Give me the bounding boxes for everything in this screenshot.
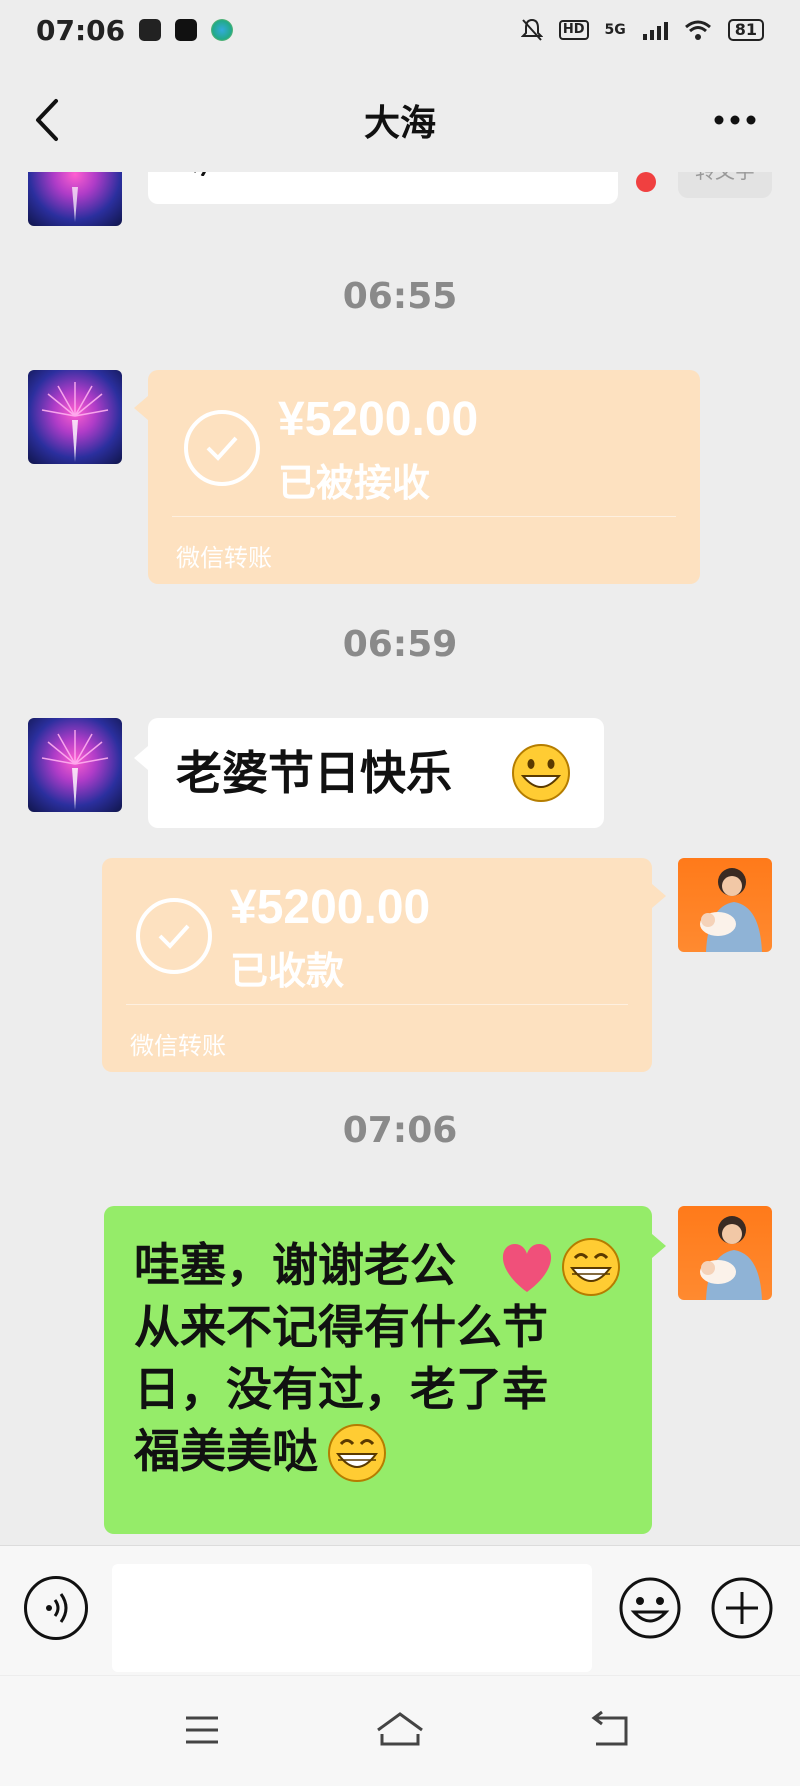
text-message-bubble[interactable]: 老婆节日快乐 bbox=[148, 718, 604, 828]
message-line: 日，没有过，老了幸 bbox=[134, 1358, 548, 1420]
check-circle-icon bbox=[184, 410, 260, 486]
battery-indicator: 81 bbox=[727, 19, 764, 41]
beaming-face-icon bbox=[562, 1238, 620, 1296]
system-nav-bar bbox=[0, 1676, 800, 1786]
check-circle-icon bbox=[136, 898, 212, 974]
message-line: 从来不记得有什么节 bbox=[134, 1296, 548, 1358]
ellipsis-icon[interactable] bbox=[710, 98, 760, 142]
mother-baby-photo-icon bbox=[700, 868, 762, 952]
tiktok-app-icon bbox=[175, 19, 198, 41]
bubble-tail bbox=[134, 746, 148, 770]
hd-badge: HD bbox=[558, 20, 589, 40]
chat-area: 60 转文字 06:55 ¥5200.00 已被接收 微信转账 06:59 bbox=[0, 172, 800, 1542]
transfer-status: 已被接收 bbox=[278, 461, 431, 505]
transfer-divider bbox=[172, 516, 676, 517]
message-line: 福美美哒 bbox=[134, 1420, 318, 1482]
input-bar bbox=[0, 1545, 800, 1675]
transfer-amount: ¥5200.00 bbox=[278, 393, 479, 446]
smiley-icon[interactable] bbox=[618, 1576, 682, 1640]
my-avatar[interactable] bbox=[678, 1206, 772, 1300]
contact-avatar[interactable] bbox=[28, 718, 122, 812]
signal-icon bbox=[642, 22, 668, 40]
mother-baby-photo-icon bbox=[700, 1216, 762, 1300]
heart-icon bbox=[502, 1244, 552, 1292]
message-line: 哇塞，谢谢老公 bbox=[134, 1234, 456, 1296]
transfer-brand: 微信转账 bbox=[130, 1032, 226, 1060]
chat-title: 大海 bbox=[363, 103, 436, 144]
browser-app-icon bbox=[211, 19, 234, 41]
bubble-tail bbox=[652, 1234, 666, 1258]
message-line-text: 福美美哒 bbox=[134, 1424, 318, 1478]
beaming-face-icon bbox=[328, 1424, 386, 1482]
transfer-brand: 微信转账 bbox=[176, 544, 272, 572]
transfer-card-collected[interactable]: ¥5200.00 已收款 微信转账 bbox=[102, 858, 652, 1072]
voice-duration: 60 bbox=[234, 172, 295, 179]
contact-avatar[interactable] bbox=[28, 172, 122, 226]
video-app-icon bbox=[139, 19, 162, 41]
voice-wave-icon bbox=[194, 172, 206, 176]
transfer-card-received[interactable]: ¥5200.00 已被接收 微信转账 bbox=[148, 370, 700, 584]
contact-avatar[interactable] bbox=[28, 370, 122, 464]
bubble-tail bbox=[652, 884, 666, 908]
message-input[interactable] bbox=[112, 1564, 592, 1672]
message-line-text: 哇塞，谢谢老公 bbox=[134, 1238, 456, 1292]
wifi-icon bbox=[684, 20, 711, 40]
status-bar: 07:06 HD 5G 81 bbox=[0, 0, 800, 60]
grinning-face-icon bbox=[512, 744, 570, 802]
mute-bell-icon bbox=[520, 18, 543, 41]
chat-header: 大海 bbox=[0, 70, 800, 170]
message-text: 老婆节日快乐 bbox=[176, 746, 452, 800]
unread-dot bbox=[636, 172, 656, 192]
transfer-status: 已收款 bbox=[230, 949, 345, 993]
status-time: 07:06 bbox=[36, 13, 126, 47]
menu-icon[interactable] bbox=[172, 1706, 232, 1754]
my-avatar[interactable] bbox=[678, 858, 772, 952]
transcribe-button[interactable]: 转文字 bbox=[678, 172, 772, 198]
message-line-text: 从来不记得有什么节 bbox=[134, 1300, 548, 1354]
network-label: 5G bbox=[604, 22, 626, 38]
tower-photo-icon bbox=[41, 382, 109, 462]
tower-photo-icon bbox=[41, 730, 109, 810]
my-text-message-bubble[interactable]: 哇塞，谢谢老公 从来不记得有什么节 日，没有过，老了幸 福美美哒 bbox=[104, 1206, 652, 1534]
voice-message-bubble[interactable]: 60 bbox=[148, 172, 618, 204]
bubble-tail bbox=[134, 396, 148, 420]
tower-photo-icon bbox=[72, 187, 78, 222]
back-nav-icon[interactable] bbox=[580, 1706, 640, 1754]
chevron-left-icon[interactable] bbox=[28, 95, 68, 145]
transfer-amount: ¥5200.00 bbox=[230, 881, 431, 934]
voice-icon bbox=[46, 1593, 68, 1623]
plus-icon[interactable] bbox=[710, 1576, 774, 1640]
time-stamp: 07:06 bbox=[342, 1110, 458, 1151]
message-line-text: 日，没有过，老了幸 bbox=[134, 1362, 548, 1416]
time-stamp: 06:55 bbox=[342, 276, 458, 317]
time-stamp: 06:59 bbox=[342, 624, 458, 665]
home-icon[interactable] bbox=[370, 1706, 430, 1754]
transfer-divider bbox=[126, 1004, 628, 1005]
voice-input-button[interactable] bbox=[24, 1576, 88, 1640]
